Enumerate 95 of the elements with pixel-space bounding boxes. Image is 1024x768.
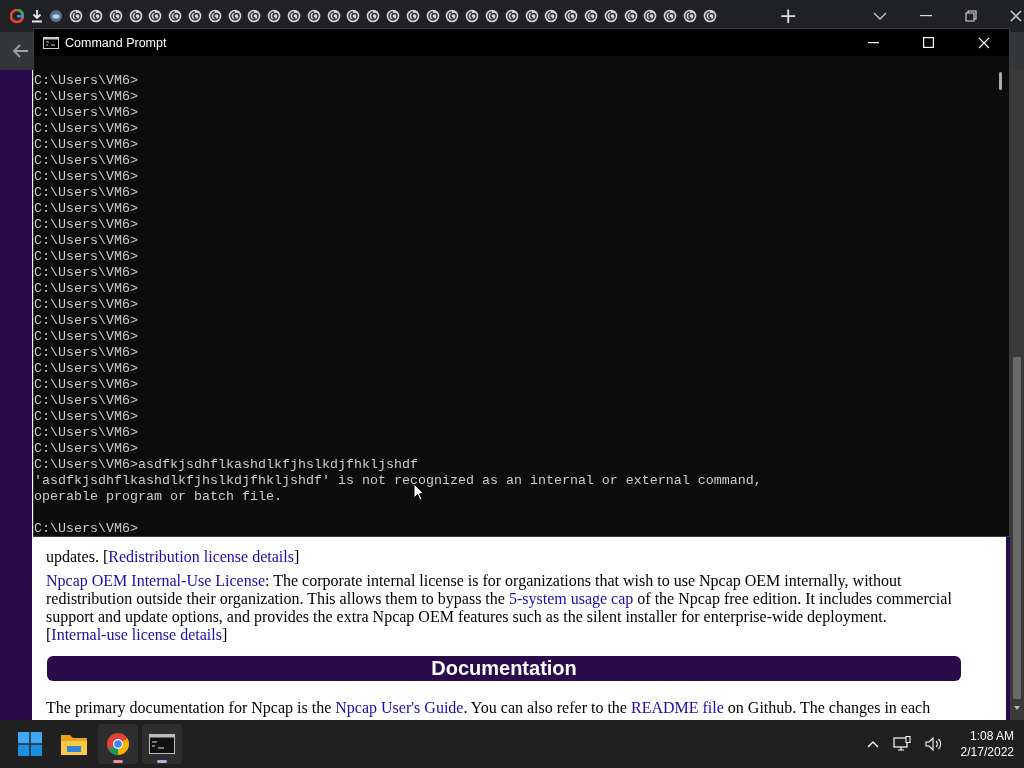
link[interactable]: 5-system usage cap: [508, 590, 634, 607]
spiral-icon: [386, 9, 401, 23]
console-line: C:\Users\VM6>: [34, 217, 138, 233]
console-line: C:\Users\VM6>: [34, 409, 138, 425]
link[interactable]: Internal-use license details: [51, 626, 222, 643]
minimize-icon[interactable]: [920, 15, 933, 17]
back-arrow-icon[interactable]: [13, 44, 29, 58]
console-line: C:\Users\VM6>: [34, 249, 138, 265]
console-line: C:\Users\VM6>: [34, 121, 138, 137]
chevron-up-icon[interactable]: [866, 740, 879, 748]
maximize-icon[interactable]: [923, 37, 934, 48]
console-line: C:\Users\VM6>: [34, 281, 138, 297]
console-line: C:\Users\VM6>: [34, 521, 138, 536]
clock-time: 1:08 AM: [969, 728, 1014, 744]
folder-icon: [61, 733, 87, 755]
spiral-icon: [445, 9, 460, 23]
spiral-icon: [663, 9, 678, 23]
console-line: C:\Users\VM6>: [34, 153, 138, 169]
chrome-like-icon: [106, 732, 130, 756]
link[interactable]: Npcap User's Guide: [335, 699, 464, 716]
restore-icon[interactable]: [965, 10, 978, 22]
spiral-icon: [287, 9, 302, 23]
spiral-icon: [128, 9, 143, 23]
spiral-icon: [623, 9, 638, 23]
network-icon[interactable]: [892, 736, 911, 752]
console-line: operable program or batch file.: [34, 489, 282, 505]
spiral-icon: [148, 9, 163, 23]
window-title: Command Prompt: [65, 35, 167, 50]
browser-tab[interactable]: [7, 6, 27, 26]
terminal-icon: [149, 734, 175, 754]
paragraph: The primary documentation for Npcap is the Npcap User's Guide. You can also refer to the README file on Github. The changes in each: [46, 699, 932, 717]
spiral-icon: [643, 9, 658, 23]
console-line: C:\Users\VM6>asdfkjsdhflkashdlkfjhslkdjfhkljshdf: [34, 457, 418, 473]
spiral-icon: [267, 9, 282, 23]
round-icon: [49, 9, 64, 23]
taskbar-button[interactable]: [142, 724, 182, 764]
spiral-icon: [89, 9, 104, 23]
spiral-icon: [465, 9, 480, 23]
console-line: C:\Users\VM6>: [34, 169, 138, 185]
console-line: C:\Users\VM6>: [34, 137, 138, 153]
console-line: C:\Users\VM6>: [34, 185, 138, 201]
spiral-icon: [524, 9, 539, 23]
section-heading: Documentation: [47, 656, 961, 681]
console-line: C:\Users\VM6>: [34, 89, 138, 105]
console-line: C:\Users\VM6>: [34, 441, 138, 457]
spiral-icon: [227, 9, 242, 23]
spiral-icon: [564, 9, 579, 23]
console-line: C:\Users\VM6>: [34, 345, 138, 361]
spiral-icon: [346, 9, 361, 23]
paragraph: updates. [Redistribution license details]: [46, 548, 301, 566]
download-icon: [29, 9, 44, 23]
windows-icon: [18, 732, 42, 756]
console-icon: [43, 36, 59, 49]
spiral-icon: [188, 9, 203, 23]
spiral-icon: [168, 9, 183, 23]
console-line: C:\Users\VM6>: [34, 201, 138, 217]
spiral-icon: [485, 9, 499, 23]
new-tab-button[interactable]: +: [775, 5, 802, 27]
spiral-icon: [247, 9, 262, 23]
spiral-icon: [306, 9, 321, 23]
spiral-icon: [504, 9, 519, 23]
console-line: C:\Users\VM6>: [34, 361, 138, 377]
spiral-icon: [702, 9, 717, 23]
spiral-icon: [425, 9, 440, 23]
console-line: C:\Users\VM6>: [34, 313, 138, 329]
minimize-icon[interactable]: [868, 41, 879, 44]
spiral-icon: [366, 9, 381, 23]
console-line: C:\Users\VM6>: [34, 105, 138, 121]
spiral-icon: [326, 9, 341, 23]
volume-icon[interactable]: [924, 737, 943, 751]
link[interactable]: README file: [630, 699, 724, 716]
clock-date: 2/17/2022: [960, 744, 1014, 760]
spiral-icon: [207, 9, 222, 23]
console-line: C:\Users\VM6>: [34, 393, 138, 409]
console-line: C:\Users\VM6>: [34, 329, 138, 345]
spiral-icon: [108, 9, 123, 23]
spiral-icon: [405, 9, 420, 23]
close-icon[interactable]: [1010, 10, 1023, 22]
console-line: C:\Users\VM6>: [34, 377, 138, 393]
chevron-down-icon[interactable]: [873, 12, 888, 20]
console-line: 'asdfkjsdhflkashdlkfjhslkdjfhkljshdf' is not recognized as an internal or external command,: [34, 473, 762, 489]
spiral-icon: [69, 9, 84, 23]
console-line: C:\Users\VM6>: [34, 265, 138, 281]
paragraph: Npcap OEM Internal-Use License: The corporate internal license is for organizations that wish to use Npcap OEM internally, without redistribution outside their organization. This allows them to bypass the 5-system usage cap of the Npcap free edition. It includes commercial support and update options, and provides the extra Npcap OEM features such as the silent installer for enterprise-wide deployment. [Internal-use license details]: [46, 572, 953, 644]
scrollbar[interactable]: [1010, 70, 1024, 720]
console-line: C:\Users\VM6>: [34, 73, 138, 89]
link[interactable]: Redistribution license details: [108, 548, 294, 565]
console-line: C:\Users\VM6>: [34, 233, 138, 249]
spiral-icon: [683, 9, 697, 23]
spiral-icon: [584, 9, 598, 23]
taskbar-button[interactable]: [98, 724, 138, 764]
console-line: C:\Users\VM6>: [34, 297, 138, 313]
spiral-icon: [544, 9, 559, 23]
console-line: C:\Users\VM6>: [34, 425, 138, 441]
spiral-icon: [603, 9, 618, 23]
